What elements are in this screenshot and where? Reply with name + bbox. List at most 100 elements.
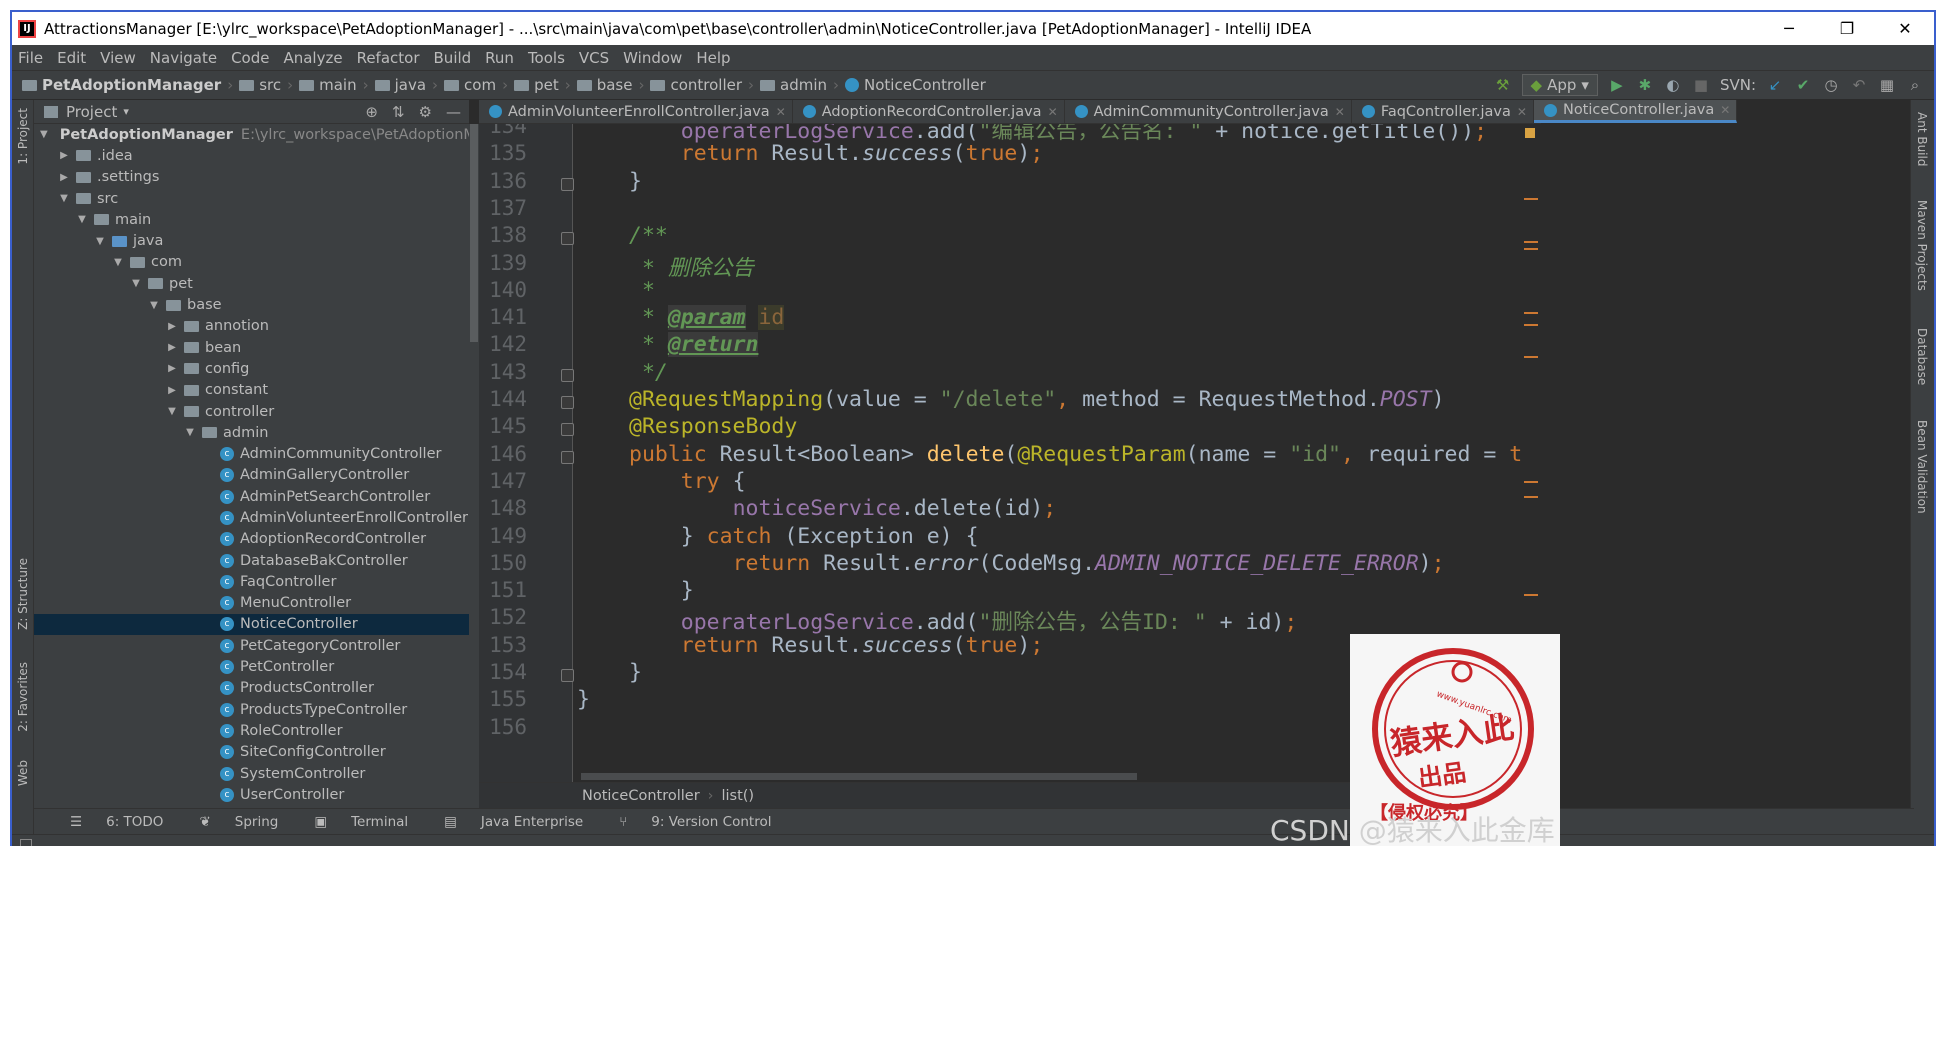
code-line[interactable]: @RequestMapping(value = "/delete", metho…: [629, 387, 1445, 412]
tree-class-item[interactable]: c PetController: [34, 656, 469, 677]
close-button[interactable]: ✕: [1876, 19, 1934, 38]
collapsed-arrow-icon[interactable]: ▶: [166, 385, 178, 396]
tree-class-item[interactable]: c AdminGalleryController: [34, 465, 469, 486]
menu-code[interactable]: Code: [231, 49, 269, 67]
project-tool-tab[interactable]: 1: Project: [16, 108, 30, 165]
close-tab-icon[interactable]: ✕: [1720, 103, 1730, 117]
tree-class-item[interactable]: c AdoptionRecordController: [34, 529, 469, 550]
code-line[interactable]: }: [629, 660, 642, 685]
project-structure-icon[interactable]: ▦: [1878, 76, 1896, 94]
search-icon[interactable]: ⌕: [1906, 76, 1924, 94]
collapsed-arrow-icon[interactable]: ▶: [166, 363, 178, 374]
tree-class-item[interactable]: c AdminPetSearchController: [34, 486, 469, 507]
breadcrumb-item[interactable]: pet ›: [514, 76, 571, 94]
stripe-mark[interactable]: [1524, 594, 1538, 596]
breadcrumb-item[interactable]: base ›: [576, 76, 644, 94]
collapse-icon[interactable]: ⇅: [392, 103, 405, 121]
breadcrumb-item[interactable]: NoticeController: [845, 76, 986, 94]
tree-folder-item[interactable]: ▶ bean: [34, 337, 469, 358]
menu-refactor[interactable]: Refactor: [357, 49, 420, 67]
menu-view[interactable]: View: [100, 49, 136, 67]
code-line[interactable]: try {: [629, 469, 746, 494]
history-icon[interactable]: ◷: [1822, 76, 1840, 94]
menu-run[interactable]: Run: [485, 49, 514, 67]
tree-folder-item[interactable]: ▼ pet: [34, 273, 469, 294]
code-line[interactable]: noticeService.delete(id);: [629, 496, 1057, 521]
editor-tab[interactable]: NoticeController.java ✕: [1533, 100, 1738, 123]
code-line[interactable]: } catch (Exception e) {: [629, 524, 979, 549]
stripe-mark[interactable]: [1524, 356, 1538, 358]
bottom-tool-terminal[interactable]: ▣ Terminal: [296, 814, 408, 830]
menu-build[interactable]: Build: [434, 49, 472, 67]
bottom-tool-java-enterprise[interactable]: ▤ Java Enterprise: [426, 814, 583, 830]
tree-class-item[interactable]: c FaqController: [34, 571, 469, 592]
expanded-arrow-icon[interactable]: ▼: [148, 300, 160, 311]
code-line[interactable]: }: [629, 578, 694, 603]
breadcrumb-item[interactable]: admin ›: [760, 76, 839, 94]
tree-class-item[interactable]: c DatabaseBakController: [34, 550, 469, 571]
fold-marker-icon[interactable]: [561, 177, 574, 191]
tree-folder-item[interactable]: ▶ annotion: [34, 316, 469, 337]
maven-projects-tab[interactable]: Maven Projects: [1915, 200, 1929, 291]
editor-crumb-method[interactable]: list(): [721, 788, 754, 804]
stripe-mark[interactable]: [1524, 312, 1538, 314]
tree-folder-item[interactable]: ▼ controller: [34, 401, 469, 422]
editor-tab[interactable]: AdminCommunityController.java ✕: [1065, 100, 1352, 123]
tree-folder-item[interactable]: ▼ com: [34, 252, 469, 273]
warning-indicator-icon[interactable]: [1525, 128, 1535, 138]
tree-class-item[interactable]: c ProductsTypeController: [34, 699, 469, 720]
collapsed-arrow-icon[interactable]: ▶: [58, 172, 70, 183]
close-tab-icon[interactable]: ✕: [1335, 105, 1345, 119]
tree-folder-item[interactable]: ▶ .settings: [34, 167, 469, 188]
stop-icon[interactable]: ■: [1692, 76, 1710, 94]
tree-folder-item[interactable]: ▶ config: [34, 358, 469, 379]
menu-tools[interactable]: Tools: [528, 49, 565, 67]
menu-vcs[interactable]: VCS: [579, 49, 609, 67]
breadcrumb-item[interactable]: controller ›: [650, 76, 754, 94]
stripe-mark[interactable]: [1524, 481, 1538, 483]
tree-class-item[interactable]: c NoticeController: [34, 613, 469, 636]
tree-class-item[interactable]: c SystemController: [34, 763, 469, 784]
expanded-arrow-icon[interactable]: ▼: [112, 257, 124, 268]
close-tab-icon[interactable]: ✕: [1048, 105, 1058, 119]
minimize-button[interactable]: ─: [1760, 19, 1818, 38]
code-line[interactable]: return Result.success(true);: [629, 633, 1043, 658]
collapsed-arrow-icon[interactable]: ▶: [166, 321, 178, 332]
editor-tab[interactable]: FaqController.java ✕: [1352, 100, 1534, 123]
tree-class-item[interactable]: c AdminCommunityController: [34, 443, 469, 464]
svn-update-icon[interactable]: ↙: [1766, 76, 1784, 94]
editor-tab[interactable]: AdoptionRecordController.java ✕: [793, 100, 1065, 123]
menu-help[interactable]: Help: [696, 49, 730, 67]
breadcrumb-item[interactable]: src ›: [239, 76, 293, 94]
fold-marker-icon[interactable]: [561, 396, 574, 409]
code-line[interactable]: */: [629, 360, 668, 385]
menu-window[interactable]: Window: [623, 49, 682, 67]
expanded-arrow-icon[interactable]: ▼: [130, 278, 142, 289]
code-line[interactable]: * @param id: [629, 305, 785, 331]
tree-class-item[interactable]: c ProductsController: [34, 678, 469, 699]
web-tool-tab[interactable]: Web: [16, 760, 30, 786]
expand-arrow-icon[interactable]: ▼: [40, 129, 48, 140]
code-line[interactable]: *: [629, 278, 655, 303]
run-icon[interactable]: ▶: [1608, 76, 1626, 94]
tree-folder-item[interactable]: ▼ java: [34, 230, 469, 251]
stripe-mark[interactable]: [1524, 324, 1538, 326]
bean-validation-tab[interactable]: Bean Validation: [1915, 420, 1929, 514]
breadcrumb-item[interactable]: java ›: [374, 76, 438, 94]
fold-marker-icon[interactable]: [561, 368, 574, 382]
code-line[interactable]: return Result.error(CodeMsg.ADMIN_NOTICE…: [629, 551, 1445, 576]
favorites-tool-tab[interactable]: 2: Favorites: [16, 662, 30, 732]
gear-icon[interactable]: ⚙: [419, 103, 432, 121]
tree-class-item[interactable]: c AdminVolunteerEnrollController: [34, 507, 469, 528]
code-line[interactable]: return Result.success(true);: [629, 141, 1043, 166]
tree-folder-item[interactable]: ▼ admin: [34, 422, 469, 443]
expanded-arrow-icon[interactable]: ▼: [166, 406, 178, 417]
chevron-down-icon[interactable]: ▾: [123, 105, 129, 118]
code-line[interactable]: }: [629, 169, 642, 194]
close-tab-icon[interactable]: ✕: [1517, 105, 1527, 119]
expanded-arrow-icon[interactable]: ▼: [58, 193, 70, 204]
fold-marker-icon[interactable]: [561, 423, 574, 437]
code-line[interactable]: }: [577, 687, 590, 712]
editor-horizontal-scrollbar[interactable]: [581, 773, 1137, 780]
stripe-mark[interactable]: [1524, 241, 1538, 243]
